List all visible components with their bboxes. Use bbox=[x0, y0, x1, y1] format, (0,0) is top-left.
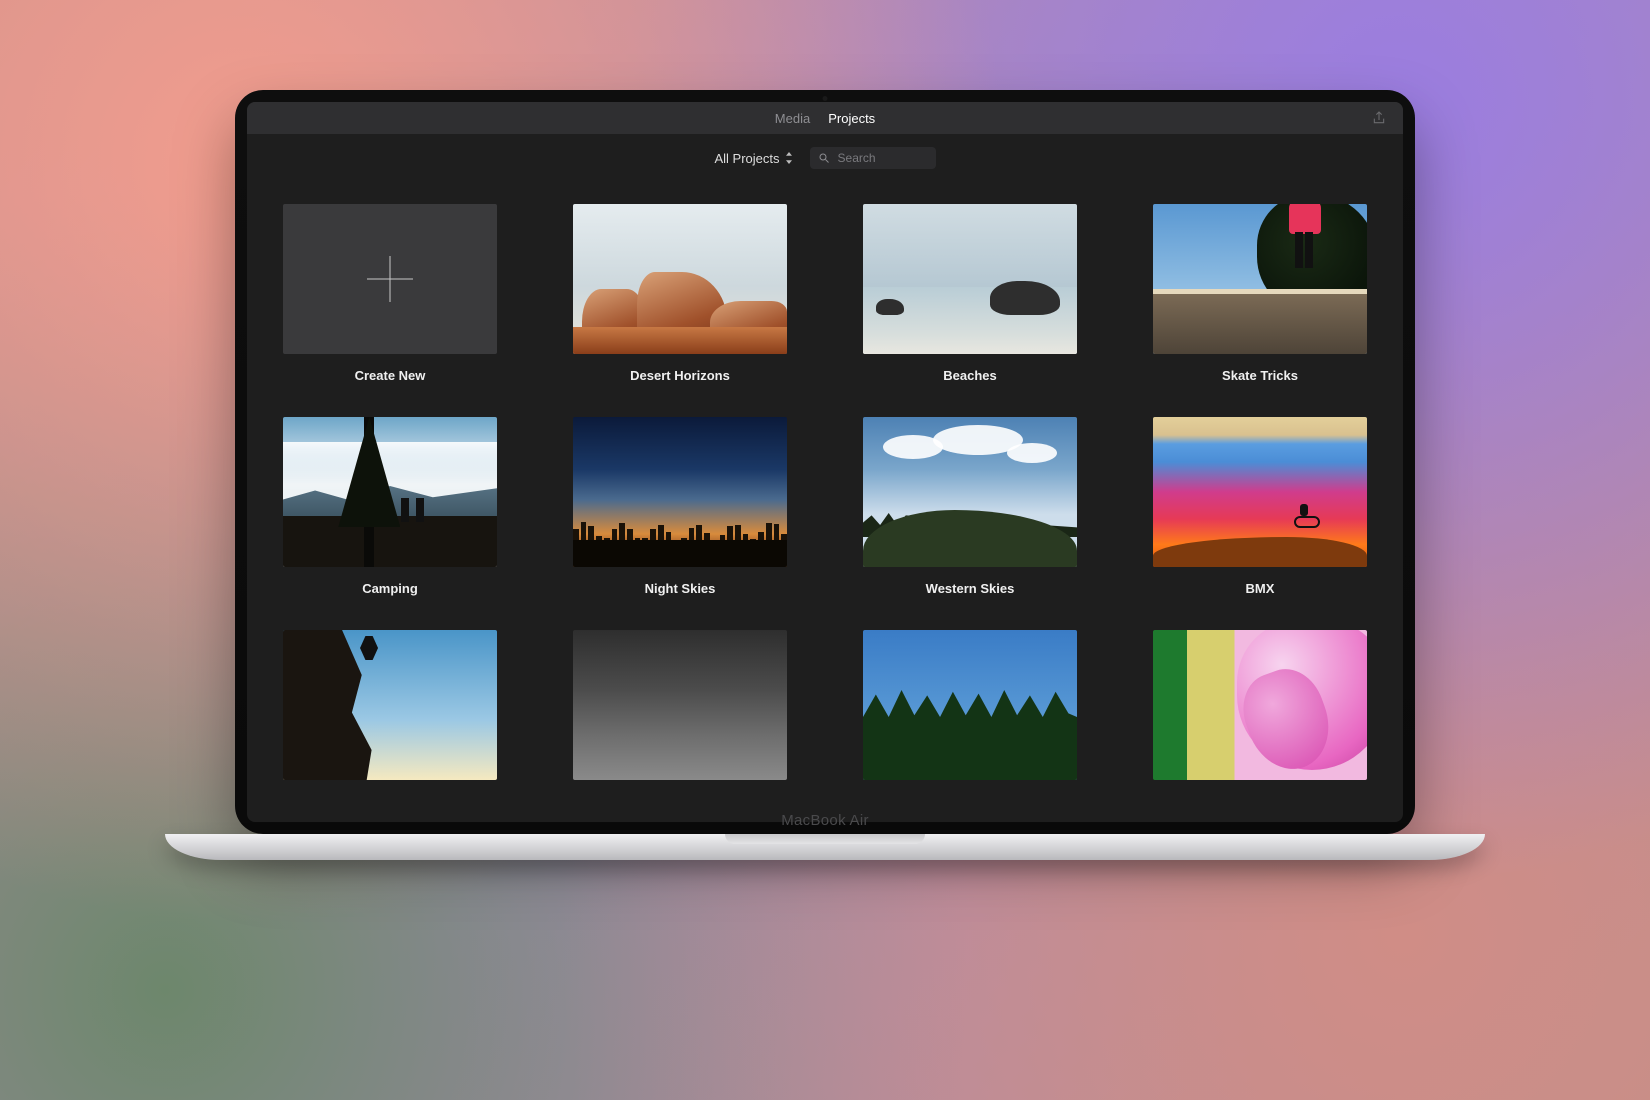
project-card[interactable] bbox=[573, 630, 787, 794]
app-toolbar: Media Projects bbox=[247, 102, 1403, 134]
create-new-card[interactable]: Create New bbox=[283, 204, 497, 383]
screen-bezel: Media Projects All Projects bbox=[235, 90, 1415, 834]
project-thumb bbox=[573, 204, 787, 354]
search-icon bbox=[818, 152, 830, 164]
project-card[interactable] bbox=[1153, 630, 1367, 794]
search-input[interactable] bbox=[836, 150, 928, 166]
create-new-title: Create New bbox=[283, 368, 497, 383]
search-field[interactable] bbox=[810, 147, 936, 169]
project-thumb bbox=[573, 630, 787, 780]
project-card[interactable]: BMX bbox=[1153, 417, 1367, 596]
filter-bar: All Projects bbox=[247, 134, 1403, 182]
project-thumb bbox=[283, 630, 497, 780]
project-title: Desert Horizons bbox=[573, 368, 787, 383]
project-card[interactable]: Desert Horizons bbox=[573, 204, 787, 383]
project-thumb bbox=[283, 417, 497, 567]
projects-filter-dropdown[interactable]: All Projects bbox=[714, 151, 793, 166]
view-tabs: Media Projects bbox=[775, 111, 875, 126]
share-button[interactable] bbox=[1371, 110, 1387, 126]
plus-icon bbox=[363, 252, 417, 306]
tab-media[interactable]: Media bbox=[775, 111, 810, 126]
project-card[interactable]: Western Skies bbox=[863, 417, 1077, 596]
project-thumb bbox=[863, 204, 1077, 354]
project-title: BMX bbox=[1153, 581, 1367, 596]
project-card[interactable] bbox=[863, 630, 1077, 794]
project-thumb bbox=[863, 630, 1077, 780]
projects-grid-container: Create New Desert Horizons Beaches Skate… bbox=[247, 182, 1403, 822]
project-title: Beaches bbox=[863, 368, 1077, 383]
project-thumb bbox=[1153, 630, 1367, 780]
project-thumb bbox=[573, 417, 787, 567]
project-thumb bbox=[863, 417, 1077, 567]
laptop-model-label: MacBook Air bbox=[165, 812, 1485, 829]
dropdown-label: All Projects bbox=[714, 151, 779, 166]
app-window: Media Projects All Projects bbox=[247, 102, 1403, 822]
laptop-base: MacBook Air bbox=[165, 834, 1485, 860]
project-card[interactable]: Camping bbox=[283, 417, 497, 596]
project-title: Camping bbox=[283, 581, 497, 596]
project-thumb bbox=[1153, 417, 1367, 567]
share-icon bbox=[1371, 110, 1387, 126]
create-new-thumb bbox=[283, 204, 497, 354]
project-title: Skate Tricks bbox=[1153, 368, 1367, 383]
tab-projects[interactable]: Projects bbox=[828, 111, 875, 126]
project-card[interactable]: Beaches bbox=[863, 204, 1077, 383]
laptop: Media Projects All Projects bbox=[235, 90, 1415, 860]
project-card[interactable]: Night Skies bbox=[573, 417, 787, 596]
project-title: Western Skies bbox=[863, 581, 1077, 596]
project-card[interactable]: Skate Tricks bbox=[1153, 204, 1367, 383]
project-thumb bbox=[1153, 204, 1367, 354]
projects-grid: Create New Desert Horizons Beaches Skate… bbox=[283, 204, 1367, 794]
project-card[interactable] bbox=[283, 630, 497, 794]
project-title: Night Skies bbox=[573, 581, 787, 596]
updown-icon bbox=[784, 152, 794, 164]
